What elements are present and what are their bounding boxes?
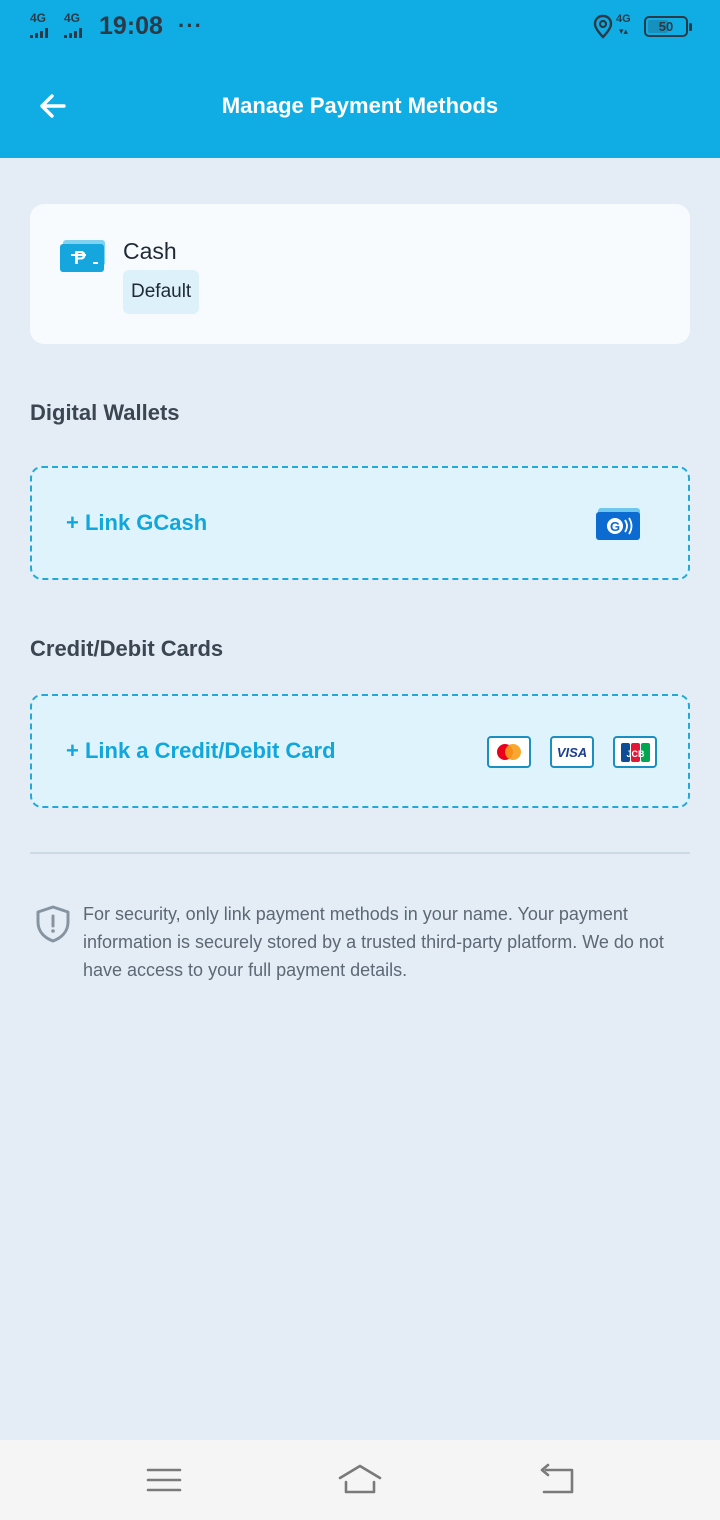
home-icon bbox=[338, 1464, 382, 1494]
menu-icon bbox=[146, 1468, 182, 1492]
page-title: Manage Payment Methods bbox=[221, 93, 499, 118]
back-icon bbox=[540, 1463, 574, 1494]
signal-label: 4G bbox=[64, 11, 81, 25]
link-card-button[interactable]: + Link a Credit/Debit Card VISA JCB bbox=[30, 694, 690, 808]
link-card-label: + Link a Credit/Debit Card bbox=[66, 738, 336, 763]
signal-label: 4G bbox=[30, 11, 47, 25]
app-header: 4G 4G 19:08 ··· 4G ▾▴ 50 Manage Payment … bbox=[0, 0, 720, 158]
gcash-icon: G bbox=[596, 508, 640, 540]
location-icon bbox=[593, 14, 613, 39]
svg-text:G: G bbox=[610, 519, 620, 534]
cards-heading: Credit/Debit Cards bbox=[30, 636, 224, 661]
battery-level: 50 bbox=[658, 19, 674, 34]
shield-icon bbox=[36, 905, 70, 943]
more-notifications-icon: ··· bbox=[178, 13, 203, 38]
data-arrows-icon: ▾▴ bbox=[619, 26, 629, 36]
signal-icon: 4G bbox=[30, 12, 56, 38]
system-back-button[interactable] bbox=[532, 1460, 580, 1500]
security-note: For security, only link payment methods … bbox=[83, 904, 664, 980]
cash-payment-card[interactable]: P Cash Default bbox=[30, 204, 690, 344]
clock: 19:08 bbox=[99, 12, 163, 40]
battery-icon: 50 bbox=[644, 16, 692, 37]
status-bar: 4G 4G 19:08 ··· 4G ▾▴ 50 bbox=[0, 0, 720, 54]
jcb-icon: JCB bbox=[613, 736, 657, 768]
digital-wallets-heading: Digital Wallets bbox=[30, 400, 180, 425]
cash-peso-icon: P bbox=[60, 240, 105, 272]
divider bbox=[30, 852, 690, 854]
svg-text:P: P bbox=[74, 248, 86, 268]
link-gcash-label: + Link GCash bbox=[66, 510, 208, 535]
network-label: 4G bbox=[616, 13, 631, 25]
signal-icon: 4G bbox=[64, 12, 90, 38]
jcb-text: JCB bbox=[626, 749, 645, 759]
cash-label: Cash bbox=[123, 238, 177, 264]
mastercard-icon bbox=[487, 736, 531, 768]
link-gcash-button[interactable]: + Link GCash G bbox=[30, 466, 690, 580]
default-badge: Default bbox=[123, 270, 200, 314]
menu-button[interactable] bbox=[140, 1460, 188, 1500]
home-button[interactable] bbox=[336, 1460, 384, 1500]
system-nav-bar bbox=[0, 1440, 720, 1520]
visa-icon: VISA bbox=[550, 736, 594, 768]
visa-text: VISA bbox=[557, 745, 587, 760]
